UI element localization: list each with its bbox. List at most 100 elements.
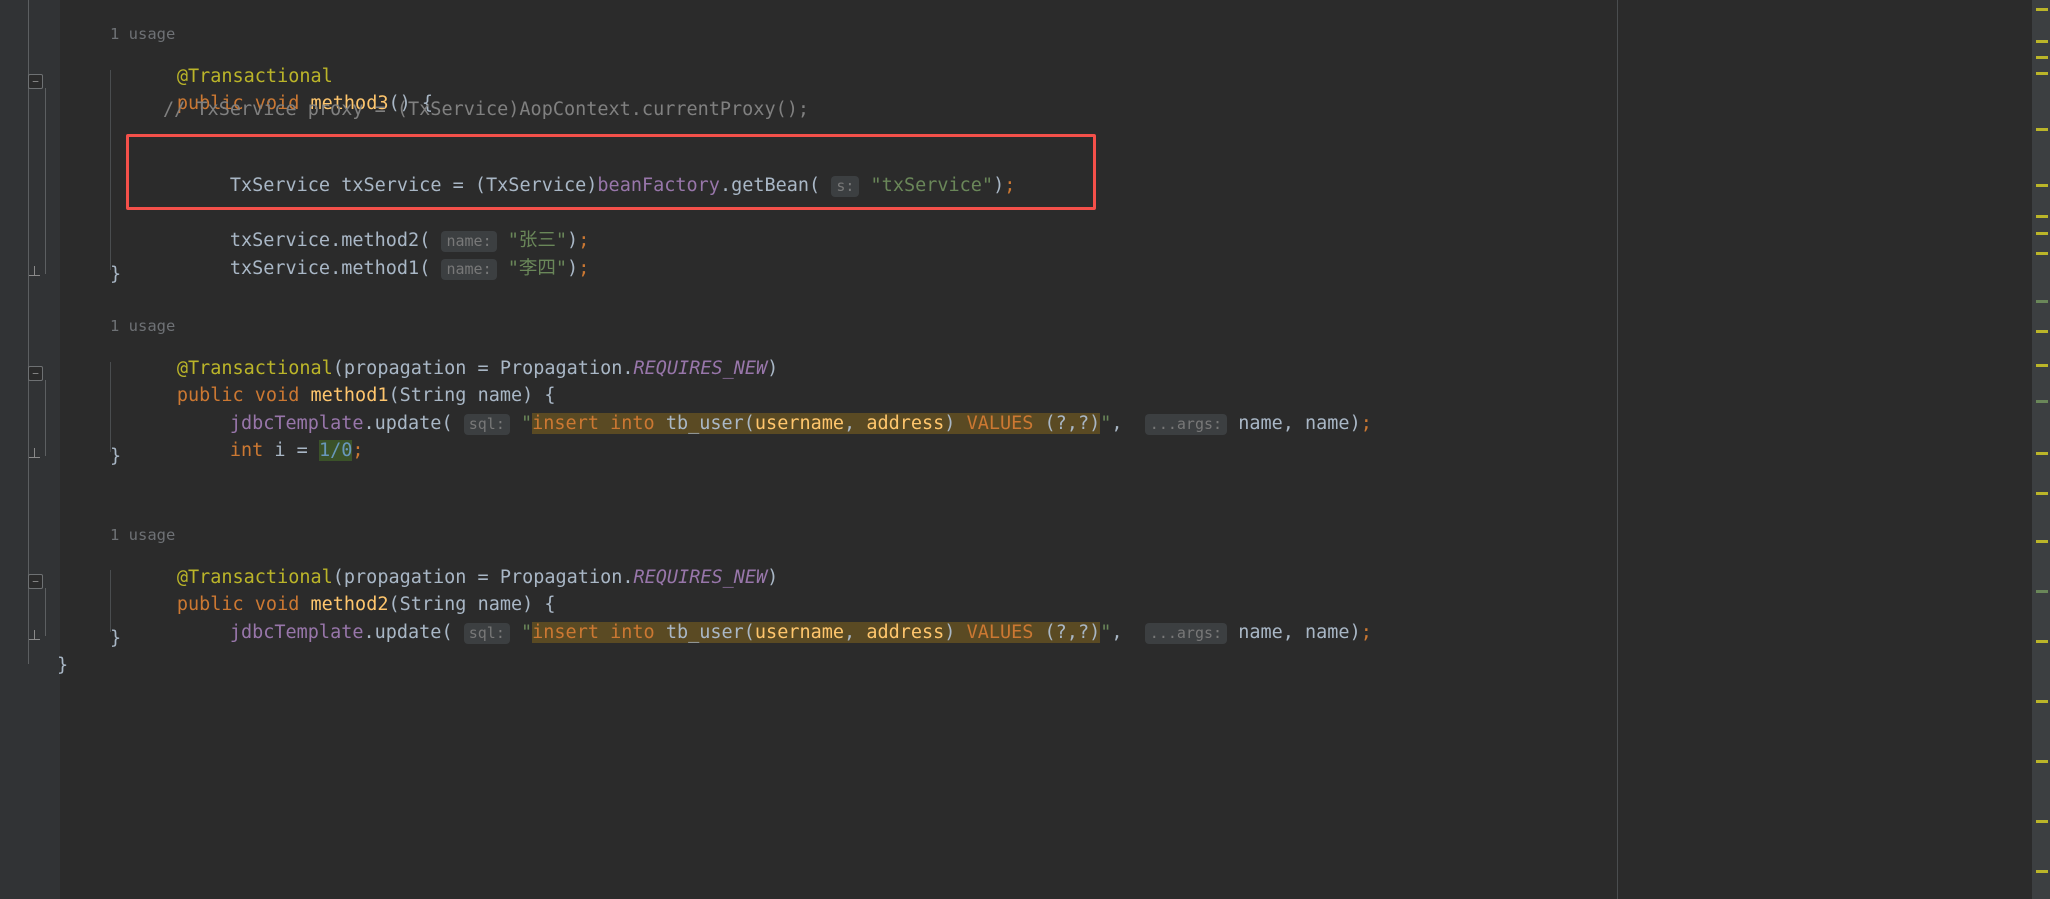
close-paren: ) (993, 175, 1005, 196)
code-editor[interactable]: − − − 1 usage @Transactional public void… (0, 0, 2050, 899)
propagation-value: REQUIRES_NEW (633, 567, 768, 588)
close-paren: ) (944, 413, 967, 434)
semicolon: ; (578, 258, 590, 279)
error-stripe-marker[interactable] (2036, 56, 2048, 59)
error-stripe-marker[interactable] (2036, 540, 2048, 543)
error-stripe-marker[interactable] (2036, 590, 2048, 593)
usage-marker[interactable]: 1 usage (110, 23, 175, 45)
comma: , (844, 413, 867, 434)
sql-column-address: address (866, 413, 945, 434)
field-jdbctemplate: jdbcTemplate (229, 622, 364, 643)
close-paren: ) (767, 358, 779, 379)
sql-column-username: username (754, 622, 845, 643)
sql-injected-fragment: insert into tb_user(username, address) V… (532, 622, 1101, 643)
error-stripe-marker[interactable] (2036, 760, 2048, 763)
sql-table-name: tb_user (665, 413, 744, 434)
call-update: .update( (363, 413, 453, 434)
code-line-method3-close[interactable]: } (110, 264, 121, 286)
usage-marker[interactable]: 1 usage (110, 315, 175, 337)
error-stripe-marker[interactable] (2036, 184, 2048, 187)
code-line-jdbc-update-2[interactable]: jdbcTemplate.update( sql: "insert into t… (163, 600, 1372, 666)
error-stripe-marker[interactable] (2036, 215, 2048, 218)
sql-keyword-values: VALUES (966, 413, 1034, 434)
sql-close-quote: " (1100, 413, 1112, 434)
usage-marker[interactable]: 1 usage (110, 524, 175, 546)
call-getbean: .getBean( (719, 175, 821, 196)
sql-close-quote: " (1100, 622, 1112, 643)
sql-placeholders: (?,?) (1044, 622, 1101, 643)
type-txservice: TxService (229, 175, 331, 196)
code-line-int-division[interactable]: int i = 1/0; (163, 418, 364, 484)
sql-column-address: address (866, 622, 945, 643)
error-stripe-marker[interactable] (2036, 400, 2048, 403)
error-stripe-marker[interactable] (2036, 300, 2048, 303)
code-content[interactable]: 1 usage @Transactional public void metho… (0, 0, 1617, 899)
error-stripe-marker[interactable] (2036, 452, 2048, 455)
keyword-int: int (229, 440, 264, 461)
var-txservice: txService (341, 175, 442, 196)
args-names: name, name (1238, 622, 1350, 643)
comma: , (1111, 413, 1145, 434)
editor-scrollbar[interactable] (2032, 0, 2050, 899)
call-update: .update( (363, 622, 453, 643)
close-paren: ) (767, 567, 779, 588)
sql-keyword-insert-into: insert into (532, 622, 655, 643)
error-stripe-marker[interactable] (2036, 870, 2048, 873)
sql-keyword-values: VALUES (966, 622, 1034, 643)
error-stripe-marker[interactable] (2036, 128, 2048, 131)
var-i-assign: i = (274, 440, 308, 461)
sql-open-quote: " (521, 622, 533, 643)
error-stripe-marker[interactable] (2036, 8, 2048, 11)
param-hint-name: name: (441, 259, 497, 280)
sql-open-quote: " (521, 413, 533, 434)
args-names: name, name (1238, 413, 1350, 434)
code-line-comment[interactable]: // TxService proxy = (TxService)AopConte… (163, 99, 809, 121)
error-stripe-marker[interactable] (2036, 700, 2048, 703)
code-line-class-close[interactable]: } (57, 655, 68, 677)
error-stripe-marker[interactable] (2036, 232, 2048, 235)
error-stripe-marker[interactable] (2036, 252, 2048, 255)
sql-column-username: username (754, 413, 845, 434)
error-stripe-marker[interactable] (2036, 330, 2048, 333)
open-paren: ( (743, 413, 755, 434)
code-line-method1-call[interactable]: txService.method1( name: "李四"); (163, 236, 589, 302)
param-hint-sql: sql: (463, 623, 510, 644)
close-paren: ) (944, 622, 967, 643)
division-expression-highlight: 1/0 (318, 440, 353, 461)
semicolon: ; (1360, 622, 1372, 643)
method-call-method1: method1 (341, 258, 420, 279)
error-stripe-marker[interactable] (2036, 492, 2048, 495)
code-line-method1-close[interactable]: } (110, 446, 121, 468)
error-stripe-marker[interactable] (2036, 364, 2048, 367)
param-hint-sql: sql: (463, 414, 510, 435)
editor-right-pane[interactable] (1618, 0, 2032, 899)
open-paren: ( (419, 258, 442, 279)
error-stripe-marker[interactable] (2036, 40, 2048, 43)
assign-op: = (441, 175, 475, 196)
close-paren: ) (567, 258, 579, 279)
error-stripe-marker[interactable] (2036, 72, 2048, 75)
string-txservice: "txService" (870, 175, 994, 196)
close-paren: ) (1349, 413, 1361, 434)
semicolon: ; (352, 440, 364, 461)
var-txservice: txService. (229, 258, 342, 279)
propagation-value: REQUIRES_NEW (633, 358, 768, 379)
sql-placeholders: (?,?) (1044, 413, 1101, 434)
error-stripe-marker[interactable] (2036, 640, 2048, 643)
error-stripe-marker[interactable] (2036, 820, 2048, 823)
cast-txservice: (TxService) (474, 175, 598, 196)
code-line-method2-close[interactable]: } (110, 628, 121, 650)
sql-injected-fragment: insert into tb_user(username, address) V… (532, 413, 1101, 434)
